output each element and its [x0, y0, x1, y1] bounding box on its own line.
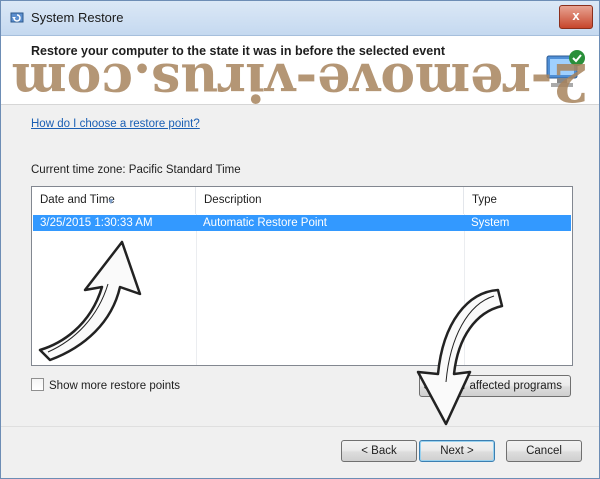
scan-affected-programs-button[interactable]: Scan for affected programs	[419, 375, 571, 397]
close-button[interactable]: x	[559, 5, 593, 29]
restore-points-list[interactable]: Date and Time ▼ Description Type 3/25/20…	[31, 186, 573, 366]
show-more-checkbox[interactable]	[31, 378, 44, 391]
cancel-button[interactable]: Cancel	[506, 440, 582, 462]
header-panel: Restore your computer to the state it wa…	[1, 36, 599, 105]
column-divider	[464, 214, 465, 365]
system-restore-icon	[10, 12, 24, 23]
timezone-label: Current time zone: Pacific Standard Time	[31, 164, 241, 176]
column-header-description[interactable]: Description	[196, 187, 464, 214]
column-header-type[interactable]: Type	[464, 187, 571, 214]
computer-restore-icon	[546, 50, 585, 87]
column-header-description-label: Description	[204, 194, 262, 206]
window-title: System Restore	[31, 10, 124, 25]
show-more-label: Show more restore points	[49, 380, 181, 392]
row-type: System	[471, 217, 510, 229]
next-button[interactable]: Next >	[419, 440, 495, 462]
close-icon: x	[572, 8, 580, 23]
footer-divider	[1, 426, 599, 427]
back-button[interactable]: < Back	[341, 440, 417, 462]
system-restore-window: System Restore x Restore your computer t…	[0, 0, 600, 479]
row-description: Automatic Restore Point	[203, 217, 328, 229]
title-bar[interactable]: System Restore x	[1, 1, 599, 36]
table-row[interactable]: 3/25/2015 1:30:33 AM Automatic Restore P…	[33, 215, 571, 231]
page-title: Restore your computer to the state it wa…	[31, 44, 445, 58]
column-header-date[interactable]: Date and Time ▼	[32, 187, 196, 214]
column-header-date-label: Date and Time	[40, 194, 115, 206]
column-divider	[196, 214, 197, 365]
row-date: 3/25/2015 1:30:33 AM	[40, 217, 153, 229]
sort-arrow-icon: ▼	[107, 197, 115, 206]
column-header-type-label: Type	[472, 194, 497, 206]
show-more-option[interactable]: Show more restore points	[31, 378, 180, 392]
help-link[interactable]: How do I choose a restore point?	[31, 118, 200, 130]
